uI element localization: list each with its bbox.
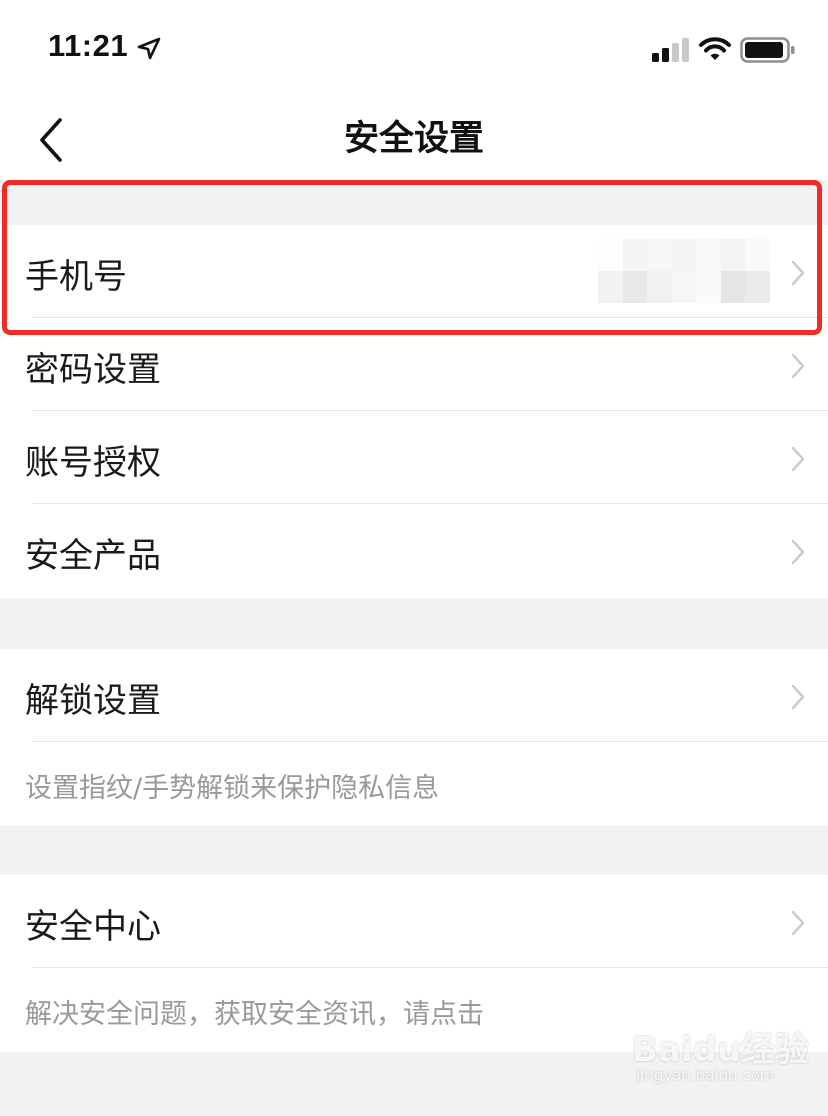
phone-number-value-blurred <box>598 239 770 303</box>
chevron-right-icon <box>791 446 805 472</box>
account-security-section: 手机号 密码设置 账号授权 安全产品 <box>0 225 828 598</box>
status-bar: 11:21 <box>0 0 828 96</box>
list-item-phone-number[interactable]: 手机号 <box>0 225 828 318</box>
chevron-right-icon <box>791 910 805 936</box>
location-arrow-icon <box>137 37 161 60</box>
page-title: 安全设置 <box>343 119 484 159</box>
hint-text: 设置指纹/手势解锁来保护隐私信息 <box>25 773 440 804</box>
list-item-password-settings[interactable]: 密码设置 <box>0 318 828 411</box>
chevron-right-icon <box>791 260 805 286</box>
wifi-icon <box>699 37 731 60</box>
list-item-label: 账号授权 <box>25 443 161 483</box>
chevron-right-icon <box>791 353 805 379</box>
list-item-label: 手机号 <box>25 257 127 297</box>
list-item-label: 密码设置 <box>25 350 161 390</box>
list-item-security-center[interactable]: 安全中心 <box>0 875 828 968</box>
unlock-settings-section: 解锁设置 设置指纹/手势解锁来保护隐私信息 <box>0 649 828 826</box>
list-item-label: 解锁设置 <box>25 681 161 721</box>
unlock-settings-hint: 设置指纹/手势解锁来保护隐私信息 <box>0 742 828 826</box>
status-time: 11:21 <box>48 28 129 63</box>
list-item-account-authorization[interactable]: 账号授权 <box>0 411 828 504</box>
hint-text: 解决安全问题，获取安全资讯，请点击 <box>25 999 484 1030</box>
list-item-security-products[interactable]: 安全产品 <box>0 504 828 598</box>
battery-icon <box>740 37 795 63</box>
navigation-bar: 安全设置 <box>0 96 828 180</box>
watermark-logo-text: Baidu经验 <box>632 1030 810 1070</box>
list-item-label: 安全产品 <box>25 536 161 576</box>
watermark-url: jingyan.baidu.com <box>636 1066 775 1084</box>
chevron-right-icon <box>791 684 805 710</box>
baidu-jingyan-watermark: Baidu经验 jingyan.baidu.com <box>632 1022 809 1102</box>
list-item-label: 安全中心 <box>25 907 161 947</box>
list-item-unlock-settings[interactable]: 解锁设置 <box>0 649 828 742</box>
chevron-right-icon <box>791 539 805 565</box>
cellular-signal-icon <box>652 38 689 62</box>
